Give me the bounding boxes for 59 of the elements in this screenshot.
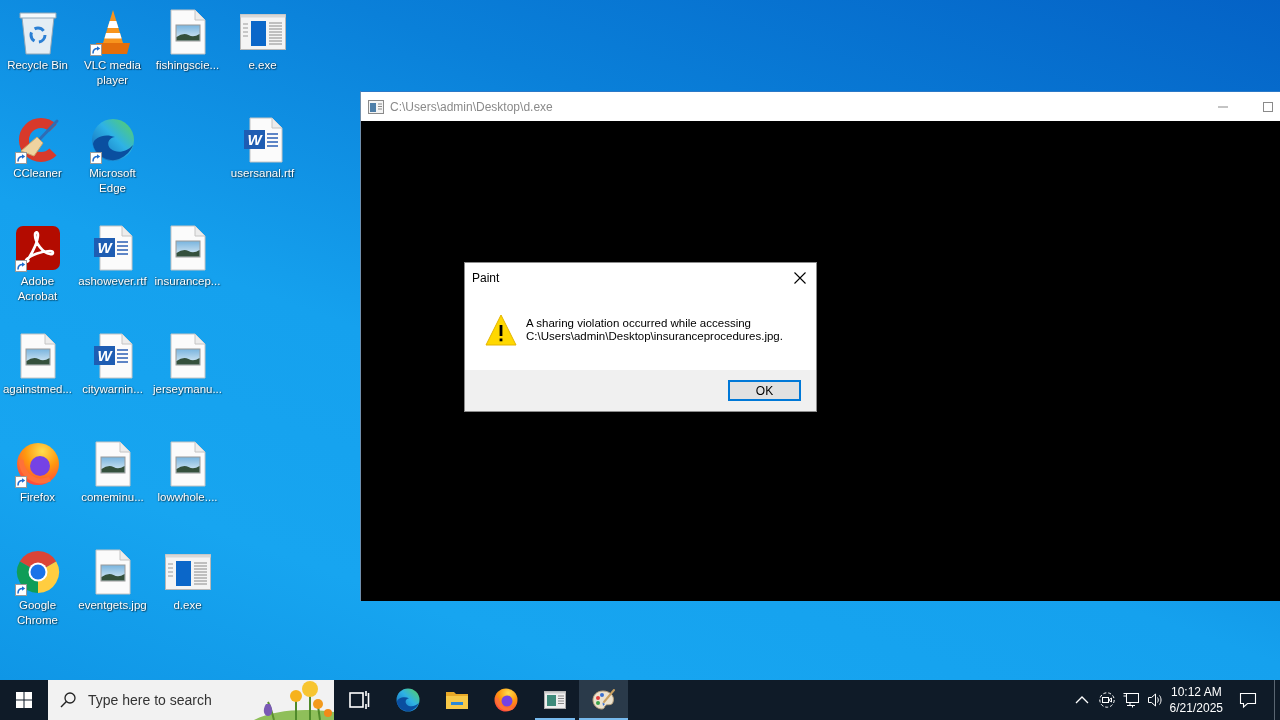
acrobat-icon[interactable]	[15, 226, 60, 270]
recycle-bin-icon[interactable]	[17, 9, 58, 55]
dialog-message: A sharing violation occurred while accessing C:\Users\admin\Desktop\insuranceprocedures.jpg.	[526, 317, 783, 343]
console-window-icon	[542, 688, 567, 712]
desktop-icon-label[interactable]: insurancep...	[154, 274, 221, 289]
flowers-icon	[254, 680, 334, 720]
image-file-icon[interactable]	[169, 441, 206, 487]
notification-icon	[1239, 691, 1257, 709]
desktop-icon-label[interactable]: eventgets.jpg	[78, 598, 147, 613]
image-file-icon[interactable]	[169, 333, 206, 379]
desktop-icon-label[interactable]: lowwhole....	[157, 490, 218, 505]
desktop-icon-label[interactable]: Firefox	[19, 490, 56, 505]
firefox-icon	[493, 688, 518, 712]
console-window-icon	[368, 99, 384, 114]
image-file-icon[interactable]	[169, 225, 206, 271]
chrome-icon[interactable]	[15, 550, 60, 594]
desktop-icon-label[interactable]: fishingscie...	[155, 58, 220, 73]
windows-logo-icon	[16, 692, 32, 708]
firefox-icon[interactable]	[15, 442, 60, 486]
program-window-icon[interactable]	[164, 554, 211, 590]
close-icon	[794, 271, 806, 284]
desktop-icon-label[interactable]: ashowever.rtf	[78, 274, 147, 289]
dialog-title: Paint	[472, 270, 500, 285]
desktop-icon-label[interactable]: jerseymanu...	[153, 382, 222, 397]
image-file-icon[interactable]	[94, 441, 131, 487]
search-field[interactable]: Type here to search	[48, 680, 334, 720]
program-window-icon[interactable]	[239, 14, 286, 50]
image-file-icon[interactable]	[19, 333, 56, 379]
desktop-icon-label[interactable]: citywarnin...	[82, 382, 143, 397]
desktop-icon-label[interactable]: Recycle Bin	[7, 58, 68, 73]
desktop-icon-label[interactable]: Microsoft Edge	[75, 166, 150, 196]
ok-button[interactable]: OK	[728, 380, 801, 401]
desktop-icon-label[interactable]: Google Chrome	[0, 598, 75, 628]
task-view-icon	[346, 688, 371, 712]
desktop-icon-label[interactable]: againstmed...	[2, 382, 72, 397]
network-icon[interactable]	[1122, 692, 1139, 708]
maximize-icon	[1263, 101, 1273, 112]
clock-time[interactable]: 10:12 AM	[1170, 684, 1222, 700]
taskbar-button[interactable]	[579, 680, 628, 720]
desktop-icon-label[interactable]: Adobe Acrobat	[0, 274, 75, 304]
desktop-icon-label[interactable]: comeminu...	[81, 490, 144, 505]
warning-icon	[485, 314, 517, 346]
desktop-icon-label[interactable]: usersanal.rtf	[230, 166, 295, 181]
clock-date[interactable]: 6/21/2025	[1169, 700, 1223, 716]
desktop-icon-label[interactable]: e.exe	[248, 58, 277, 73]
paint-palette-icon	[591, 688, 616, 712]
video-camera-icon[interactable]	[1098, 692, 1115, 708]
volume-icon[interactable]	[1146, 692, 1163, 708]
desktop-icon-label[interactable]: VLC media player	[75, 58, 150, 88]
minimize-icon	[1218, 105, 1228, 108]
desktop-icon-label[interactable]: CCleaner	[13, 166, 62, 181]
edge-icon	[395, 688, 420, 712]
edge-icon[interactable]	[90, 118, 135, 162]
search-icon	[60, 692, 76, 708]
image-file-icon[interactable]	[169, 9, 206, 55]
traffic-cone-icon[interactable]	[94, 9, 131, 55]
window-title: C:\Users\admin\Desktop\d.exe	[390, 99, 554, 114]
desktop-icon-label[interactable]: d.exe	[173, 598, 202, 613]
image-file-icon[interactable]	[94, 549, 131, 595]
